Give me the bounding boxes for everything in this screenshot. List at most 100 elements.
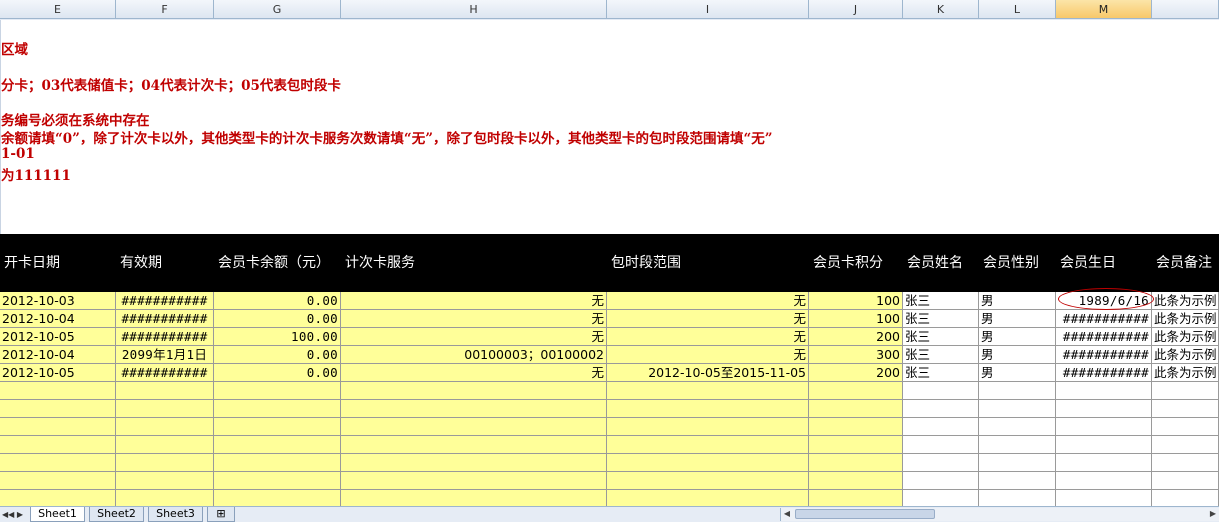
header-count-service[interactable]: 计次卡服务 (341, 234, 607, 292)
table-cell[interactable]: ########### (116, 292, 214, 310)
empty-cell[interactable] (341, 436, 607, 454)
note-line[interactable]: 1-01 (1, 146, 35, 162)
table-cell[interactable]: 此条为示例 (1152, 292, 1219, 310)
table-cell[interactable]: 无 (607, 328, 809, 346)
table-cell[interactable]: 张三 (903, 364, 979, 382)
insert-sheet-icon[interactable]: ⊞ (207, 507, 235, 522)
table-cell[interactable]: 2012-10-05至2015-11-05 (607, 364, 809, 382)
table-cell[interactable]: 无 (607, 346, 809, 364)
empty-cell[interactable] (903, 418, 979, 436)
table-cell[interactable]: 张三 (903, 292, 979, 310)
empty-cell[interactable] (214, 418, 341, 436)
header-valid-period[interactable]: 有效期 (116, 234, 214, 292)
empty-cell[interactable] (809, 436, 903, 454)
table-cell[interactable]: 2012-10-05 (0, 328, 116, 346)
table-cell[interactable]: 0.00 (214, 364, 341, 382)
empty-cell[interactable] (0, 400, 116, 418)
empty-cell[interactable] (903, 400, 979, 418)
table-cell[interactable]: 男 (979, 346, 1056, 364)
tab-sheet3[interactable]: Sheet3 (148, 507, 203, 522)
table-cell[interactable]: 300 (809, 346, 903, 364)
table-cell[interactable]: 无 (341, 364, 607, 382)
empty-cell[interactable] (903, 454, 979, 472)
empty-cell[interactable] (1152, 382, 1219, 400)
empty-cell[interactable] (341, 382, 607, 400)
empty-cell[interactable] (809, 400, 903, 418)
empty-cell[interactable] (1152, 472, 1219, 490)
table-cell[interactable]: 无 (607, 310, 809, 328)
table-cell[interactable]: ########### (1056, 310, 1152, 328)
empty-cell[interactable] (1056, 472, 1152, 490)
empty-cell[interactable] (341, 400, 607, 418)
empty-cell[interactable] (1056, 400, 1152, 418)
empty-cell[interactable] (607, 400, 809, 418)
empty-cell[interactable] (0, 436, 116, 454)
note-line[interactable]: 为111111 (1, 164, 71, 184)
empty-cell[interactable] (809, 454, 903, 472)
empty-cell[interactable] (1152, 418, 1219, 436)
column-header-G[interactable]: G (214, 0, 341, 19)
table-cell[interactable]: ########### (116, 364, 214, 382)
tab-sheet1[interactable]: Sheet1 (30, 507, 85, 522)
empty-cell[interactable] (809, 382, 903, 400)
header-member-birthday[interactable]: 会员生日 (1056, 234, 1152, 292)
empty-cell[interactable] (607, 418, 809, 436)
column-header-E[interactable]: E (0, 0, 116, 19)
table-cell[interactable]: 00100003；00100002 (341, 346, 607, 364)
empty-cell[interactable] (116, 382, 214, 400)
empty-cell[interactable] (903, 382, 979, 400)
empty-cell[interactable] (341, 454, 607, 472)
column-header-M[interactable]: M (1056, 0, 1152, 19)
table-cell[interactable]: 1989/6/16 (1056, 292, 1152, 310)
empty-cell[interactable] (1056, 454, 1152, 472)
table-cell[interactable]: 2012-10-05 (0, 364, 116, 382)
empty-cell[interactable] (1056, 418, 1152, 436)
empty-cell[interactable] (979, 436, 1056, 454)
table-cell[interactable]: ########### (116, 310, 214, 328)
empty-cell[interactable] (116, 472, 214, 490)
header-open-date[interactable]: 开卡日期 (0, 234, 116, 292)
empty-cell[interactable] (607, 472, 809, 490)
column-header-F[interactable]: F (116, 0, 214, 19)
table-cell[interactable]: ########### (1056, 364, 1152, 382)
empty-cell[interactable] (116, 400, 214, 418)
empty-cell[interactable] (809, 418, 903, 436)
table-cell[interactable]: 2012-10-04 (0, 310, 116, 328)
table-cell[interactable]: 200 (809, 328, 903, 346)
empty-cell[interactable] (1152, 436, 1219, 454)
column-header-N[interactable] (1152, 0, 1219, 19)
table-cell[interactable]: 张三 (903, 328, 979, 346)
table-cell[interactable]: 男 (979, 328, 1056, 346)
table-cell[interactable]: 0.00 (214, 346, 341, 364)
table-cell[interactable]: 此条为示例 (1152, 328, 1219, 346)
empty-cell[interactable] (0, 382, 116, 400)
note-line[interactable]: 分卡；03代表储值卡；04代表计次卡；05代表包时段卡 (1, 74, 341, 94)
column-header-H[interactable]: H (341, 0, 607, 19)
table-cell[interactable]: 男 (979, 310, 1056, 328)
table-cell[interactable]: 此条为示例 (1152, 364, 1219, 382)
empty-cell[interactable] (809, 472, 903, 490)
column-header-J[interactable]: J (809, 0, 903, 19)
empty-cell[interactable] (1056, 382, 1152, 400)
empty-cell[interactable] (116, 436, 214, 454)
empty-cell[interactable] (607, 454, 809, 472)
header-card-balance[interactable]: 会员卡余额（元） (214, 234, 341, 292)
note-line[interactable]: 余额请填“0”，除了计次卡以外，其他类型卡的计次卡服务次数请填“无”，除了包时段… (1, 127, 772, 147)
table-cell[interactable]: 此条为示例 (1152, 310, 1219, 328)
table-cell[interactable]: 男 (979, 364, 1056, 382)
table-cell[interactable]: 2012-10-03 (0, 292, 116, 310)
note-line[interactable]: 区域 (1, 38, 28, 58)
header-member-remark[interactable]: 会员备注 (1152, 234, 1219, 292)
scroll-left-icon[interactable]: ◀ (781, 508, 793, 520)
table-cell[interactable]: 2099年1月1日 (116, 346, 214, 364)
empty-cell[interactable] (116, 418, 214, 436)
header-points[interactable]: 会员卡积分 (809, 234, 903, 292)
empty-cell[interactable] (214, 382, 341, 400)
table-cell[interactable]: 此条为示例 (1152, 346, 1219, 364)
scroll-right-icon[interactable]: ▶ (1207, 508, 1219, 520)
empty-cell[interactable] (341, 472, 607, 490)
column-header-I[interactable]: I (607, 0, 809, 19)
table-cell[interactable]: 0.00 (214, 310, 341, 328)
empty-cell[interactable] (214, 436, 341, 454)
table-cell[interactable]: 无 (341, 310, 607, 328)
